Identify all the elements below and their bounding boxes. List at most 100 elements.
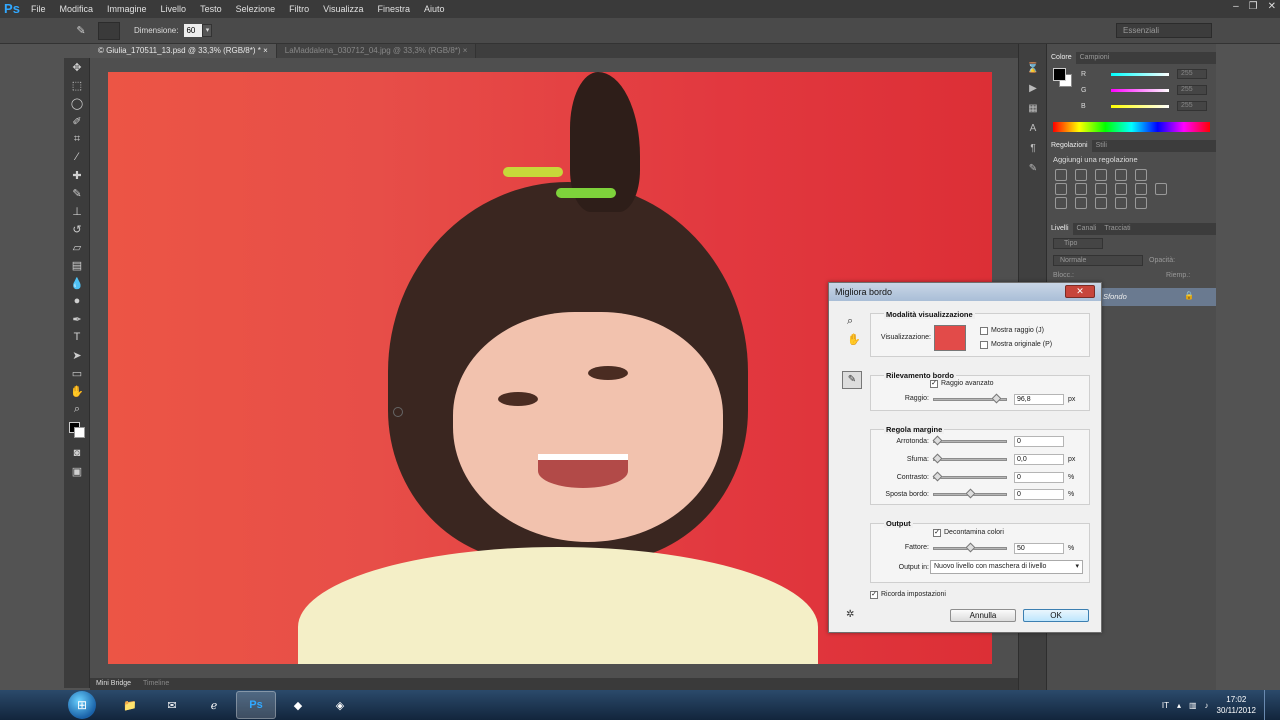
gradient-tool-icon[interactable]: ▤ (64, 256, 90, 274)
tab-tracciati[interactable]: Tracciati (1100, 223, 1134, 235)
dialog-close-button[interactable]: ✕ (1065, 285, 1095, 298)
smooth-slider[interactable] (932, 435, 1007, 446)
slider-value[interactable]: 255 (1177, 69, 1207, 79)
curves-icon[interactable] (1095, 169, 1107, 181)
shift-edge-slider[interactable] (933, 488, 1007, 499)
tab-canali[interactable]: Canali (1073, 223, 1101, 235)
slider-track[interactable] (1111, 88, 1169, 92)
photoshop-taskbar-icon[interactable]: Ps (236, 691, 276, 719)
layer-kind-select[interactable]: Tipo (1053, 238, 1103, 249)
brush-tool-icon[interactable]: ✎ (64, 184, 90, 202)
color-balance-icon[interactable] (1075, 183, 1087, 195)
color-swatches-icon[interactable] (64, 418, 90, 444)
tab-livelli[interactable]: Livelli (1047, 223, 1073, 235)
show-desktop-button[interactable] (1264, 690, 1274, 720)
menu-modifica[interactable]: Modifica (53, 0, 101, 18)
brightness-icon[interactable] (1055, 169, 1067, 181)
blend-mode-select[interactable]: Normale (1053, 255, 1143, 266)
language-indicator[interactable]: IT (1162, 701, 1169, 710)
ok-button[interactable]: OK (1023, 609, 1089, 622)
volume-icon[interactable]: ♪ (1205, 701, 1209, 710)
invert-icon[interactable] (1055, 197, 1067, 209)
gradient-map-icon[interactable] (1115, 197, 1127, 209)
menu-file[interactable]: File (24, 0, 53, 18)
tab-stili[interactable]: Stili (1092, 140, 1111, 152)
radius-slider[interactable] (933, 393, 1007, 404)
slider-track[interactable] (1111, 72, 1169, 76)
dimension-dropdown[interactable]: ▾ (202, 24, 213, 37)
tab-campioni[interactable]: Campioni (1076, 52, 1114, 64)
brush-preset-button[interactable] (98, 21, 120, 40)
slider-track[interactable] (1111, 104, 1169, 108)
posterize-icon[interactable] (1075, 197, 1087, 209)
feather-input[interactable]: 0,0 (1014, 454, 1064, 465)
explorer-icon[interactable]: 📁 (110, 691, 150, 719)
color-lookup-icon[interactable] (1155, 183, 1167, 195)
healing-brush-tool-icon[interactable]: ✚ (64, 166, 90, 184)
quick-mask-icon[interactable]: ◙ (64, 444, 90, 462)
zoom-tool-icon[interactable]: ⌕ (64, 400, 90, 418)
brush-panel-icon[interactable]: ✎ (1019, 158, 1047, 178)
type-tool-icon[interactable]: T (64, 328, 90, 346)
move-tool-icon[interactable]: ✥ (64, 58, 90, 76)
levels-icon[interactable] (1075, 169, 1087, 181)
internet-explorer-icon[interactable]: ℯ (194, 691, 234, 719)
eraser-tool-icon[interactable]: ▱ (64, 238, 90, 256)
vibrance-icon[interactable] (1135, 169, 1147, 181)
view-thumbnail[interactable] (934, 325, 966, 351)
menu-aiuto[interactable]: Aiuto (417, 0, 452, 18)
menu-testo[interactable]: Testo (193, 0, 229, 18)
history-panel-icon[interactable]: ⌛ (1019, 58, 1047, 78)
swatch-panel-icon[interactable]: ▦ (1019, 98, 1047, 118)
output-to-select[interactable]: Nuovo livello con maschera di livello ▾ (930, 560, 1083, 574)
blur-tool-icon[interactable]: 💧 (64, 274, 90, 292)
dimension-input[interactable]: 60 (184, 24, 203, 37)
tab-close-icon[interactable]: × (263, 46, 268, 55)
minimize-icon[interactable]: – (1233, 1, 1239, 12)
workspace-selector[interactable]: Essenziali (1116, 23, 1212, 38)
hand-tool-icon[interactable]: ✋ (64, 382, 90, 400)
blue-slider[interactable]: B 255 (1075, 98, 1207, 114)
zoom-tool-icon[interactable]: ⌕ (847, 315, 853, 328)
clone-stamp-tool-icon[interactable]: ⊥ (64, 202, 90, 220)
decontaminate-checkbox[interactable]: ✓ (933, 529, 941, 537)
tab-lamaddalena[interactable]: LaMaddalena_030712_04.jpg @ 33,3% (RGB/8… (276, 44, 477, 58)
tab-colore[interactable]: Colore (1047, 52, 1076, 64)
tab-close-icon[interactable]: × (463, 46, 468, 55)
close-icon[interactable]: ✕ (1268, 1, 1276, 12)
tool-preset-icon[interactable]: ✎ (70, 22, 92, 40)
menu-visualizza[interactable]: Visualizza (316, 0, 370, 18)
radius-input[interactable]: 96,8 (1014, 394, 1064, 405)
lasso-tool-icon[interactable]: ◯ (64, 94, 90, 112)
menu-immagine[interactable]: Immagine (100, 0, 154, 18)
clock[interactable]: 17:02 30/11/2012 (1217, 694, 1256, 716)
quick-select-tool-icon[interactable]: ✐ (64, 112, 90, 130)
show-radius-checkbox[interactable] (980, 327, 988, 335)
menu-finestra[interactable]: Finestra (370, 0, 417, 18)
actions-panel-icon[interactable]: ▶ (1019, 78, 1047, 98)
remember-settings-checkbox[interactable]: ✓ (870, 591, 878, 599)
cancel-button[interactable]: Annulla (950, 609, 1016, 622)
foreground-color-swatch[interactable] (1053, 68, 1066, 81)
amount-slider[interactable] (933, 542, 1007, 553)
shape-tool-icon[interactable]: ▭ (64, 364, 90, 382)
exposure-icon[interactable] (1115, 169, 1127, 181)
restore-icon[interactable]: ❐ (1249, 1, 1258, 12)
smart-radius-checkbox[interactable]: ✓ (930, 380, 938, 388)
character-panel-icon[interactable]: A (1019, 118, 1047, 138)
reset-tool-icon[interactable]: ✲ (846, 609, 854, 620)
eyedropper-tool-icon[interactable]: ⁄ (64, 148, 90, 166)
menu-filtro[interactable]: Filtro (282, 0, 316, 18)
feather-slider[interactable] (932, 453, 1007, 464)
shift-edge-input[interactable]: 0 (1014, 489, 1064, 500)
slider-value[interactable]: 255 (1177, 101, 1207, 111)
menu-selezione[interactable]: Selezione (229, 0, 283, 18)
history-brush-tool-icon[interactable]: ↺ (64, 220, 90, 238)
black-white-icon[interactable] (1095, 183, 1107, 195)
red-slider[interactable]: R 255 (1075, 66, 1207, 82)
hand-tool-icon[interactable]: ✋ (847, 333, 861, 346)
tab-timeline[interactable]: Timeline (137, 678, 175, 690)
crop-tool-icon[interactable]: ⌗ (64, 130, 90, 148)
threshold-icon[interactable] (1095, 197, 1107, 209)
slider-value[interactable]: 255 (1177, 85, 1207, 95)
